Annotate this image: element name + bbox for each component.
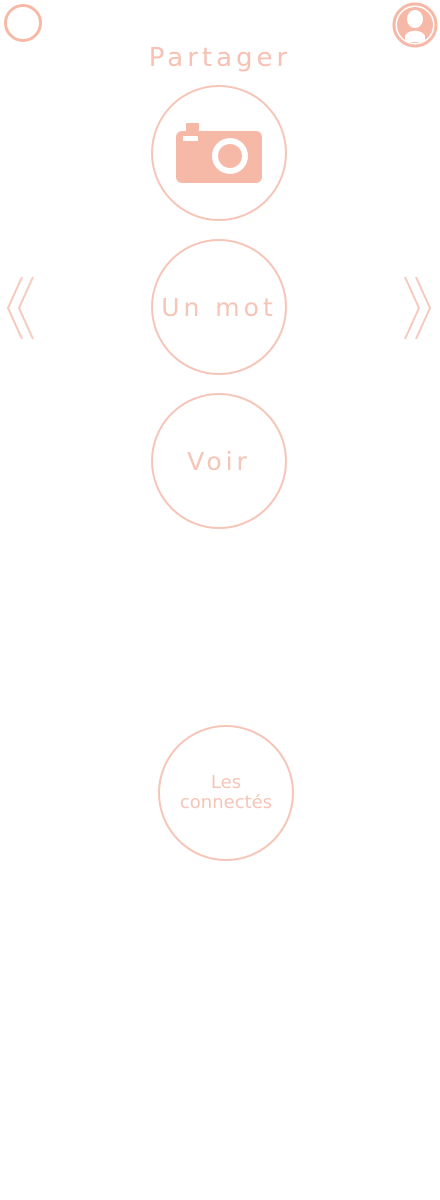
connected-users-label: Les connectés <box>179 772 273 813</box>
next-button[interactable] <box>404 275 432 341</box>
status-ring <box>4 4 42 42</box>
camera-icon <box>176 123 262 183</box>
chevron-right-icon <box>404 276 431 340</box>
previous-button[interactable] <box>6 275 34 341</box>
connected-users-button[interactable]: Les connectés <box>158 725 294 861</box>
page-title: Partager <box>148 43 292 73</box>
view-label: Voir <box>187 446 251 476</box>
share-word-button[interactable]: Un mot <box>151 239 287 375</box>
share-word-label: Un mot <box>161 292 277 322</box>
share-photo-button[interactable] <box>151 85 287 221</box>
chevron-left-icon <box>7 276 34 340</box>
view-button[interactable]: Voir <box>151 393 287 529</box>
